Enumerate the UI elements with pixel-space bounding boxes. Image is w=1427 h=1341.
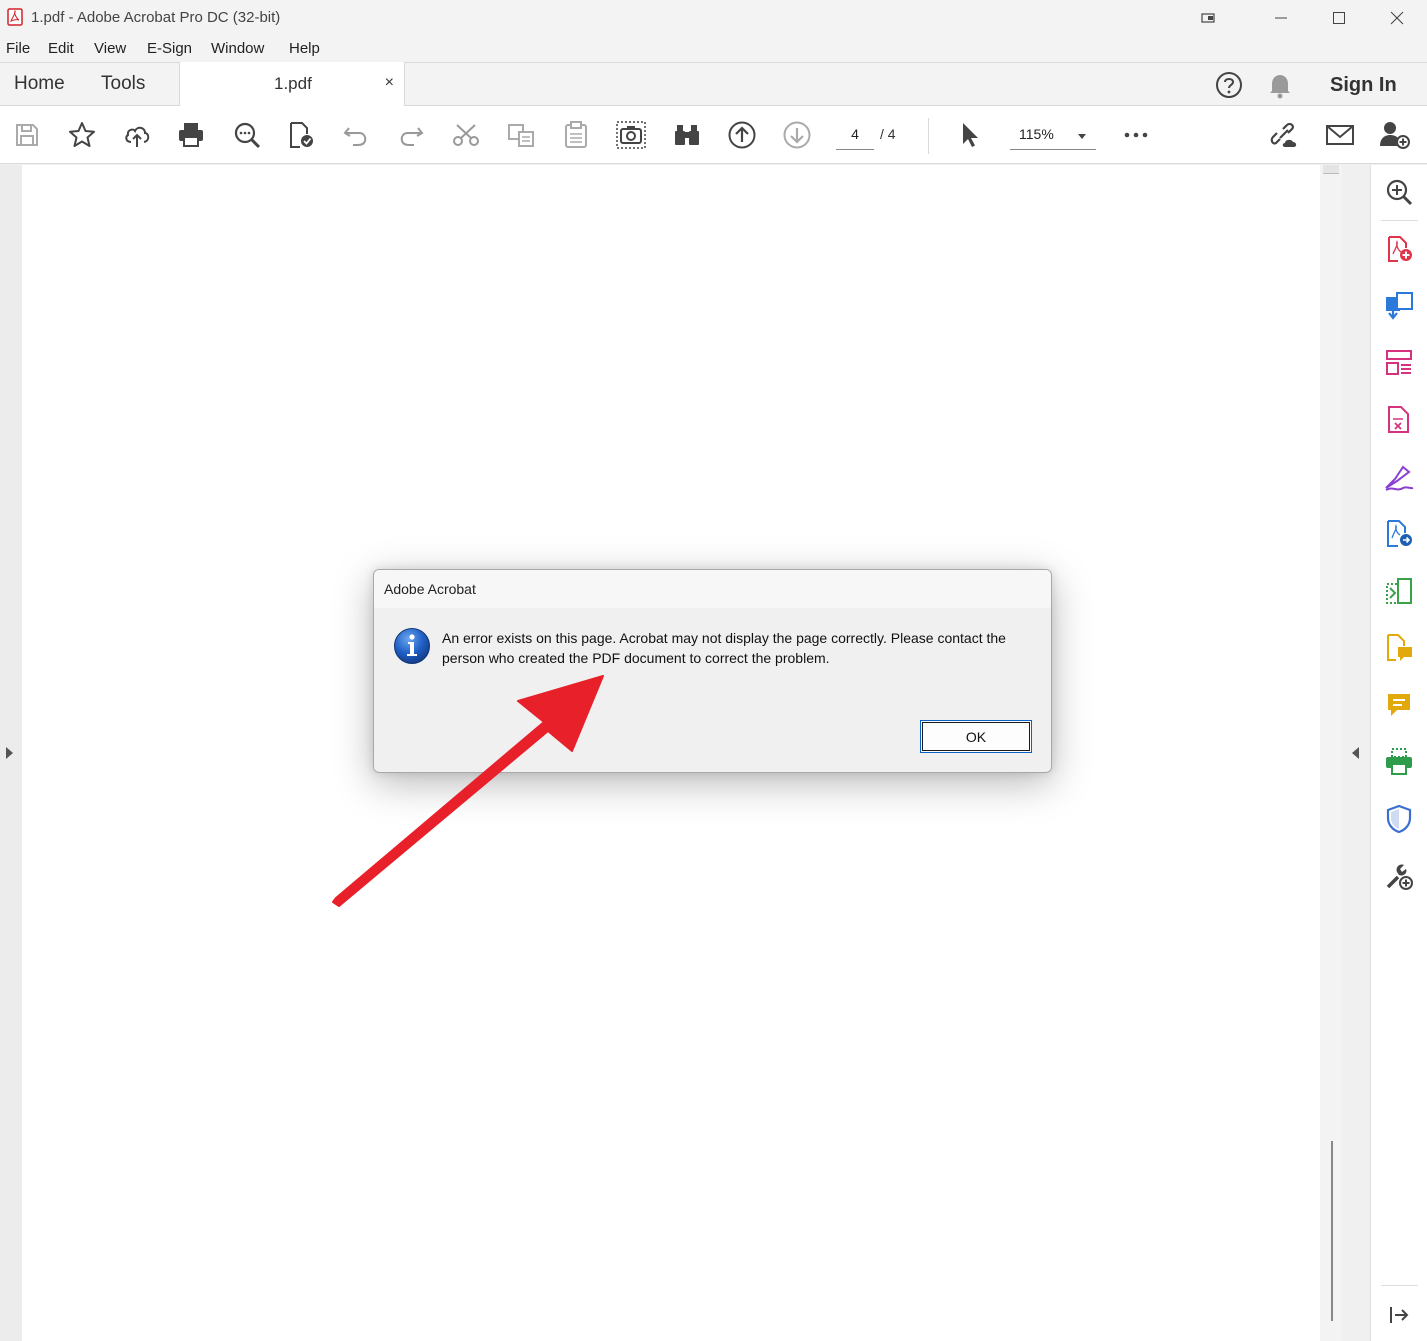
- export-pdf-icon[interactable]: [1383, 290, 1415, 322]
- menu-window[interactable]: Window: [211, 40, 264, 57]
- print-production-icon[interactable]: [1383, 746, 1415, 778]
- main-toolbar: 4 / 4 115%: [0, 106, 1427, 164]
- right-pane-toggle[interactable]: [1342, 165, 1370, 1341]
- zoom-search-icon[interactable]: [231, 119, 263, 151]
- notifications-bell-icon[interactable]: [1267, 71, 1293, 104]
- zoom-dropdown[interactable]: 115%: [1010, 124, 1096, 150]
- tab-bar: Home Tools 1.pdf × Sign In: [0, 62, 1427, 107]
- paste-icon[interactable]: [560, 119, 592, 151]
- copy-icon[interactable]: [505, 119, 537, 151]
- sign-in-button[interactable]: Sign In: [1330, 74, 1397, 97]
- maximize-button[interactable]: [1316, 4, 1362, 32]
- title-bar: 1.pdf - Adobe Acrobat Pro DC (32-bit): [0, 0, 1427, 36]
- redo-icon[interactable]: [395, 119, 427, 151]
- share-link-icon[interactable]: [1268, 119, 1300, 151]
- edit-pdf-icon[interactable]: [1383, 404, 1415, 436]
- dialog-title: Adobe Acrobat: [384, 581, 476, 597]
- more-tools-icon[interactable]: [1383, 860, 1415, 892]
- dialog-title-bar[interactable]: Adobe Acrobat: [374, 570, 1051, 608]
- upload-cloud-icon[interactable]: [121, 119, 153, 151]
- fill-sign-icon[interactable]: [1383, 461, 1415, 493]
- vertical-scrollbar[interactable]: [1320, 165, 1342, 1341]
- more-icon[interactable]: [1120, 119, 1152, 151]
- toolbar-divider: [928, 118, 929, 154]
- tab-home[interactable]: Home: [14, 73, 65, 95]
- compare-files-icon[interactable]: [1383, 575, 1415, 607]
- help-icon[interactable]: [1215, 71, 1243, 104]
- snapshot-icon[interactable]: [615, 119, 647, 151]
- menu-edit[interactable]: Edit: [48, 40, 74, 57]
- undo-icon[interactable]: [340, 119, 372, 151]
- close-window-button[interactable]: [1374, 4, 1420, 32]
- tools-pane: [1370, 165, 1427, 1341]
- comment-icon[interactable]: [1383, 689, 1415, 721]
- print-icon[interactable]: [175, 119, 207, 151]
- collapse-pane-icon[interactable]: [1383, 1299, 1415, 1331]
- spellcheck-icon[interactable]: [285, 119, 317, 151]
- tab-tools[interactable]: Tools: [101, 73, 145, 95]
- zoom-value: 115%: [1019, 126, 1054, 142]
- ok-button[interactable]: OK: [920, 720, 1032, 753]
- dialog-message: An error exists on this page. Acrobat ma…: [442, 630, 1006, 666]
- zoom-in-tool-icon[interactable]: [1383, 176, 1415, 208]
- left-pane-toggle[interactable]: [0, 165, 22, 1341]
- select-cursor-icon[interactable]: [953, 119, 985, 151]
- pane-divider: [1381, 220, 1418, 221]
- menu-esign[interactable]: E-Sign: [147, 40, 192, 57]
- email-icon[interactable]: [1324, 119, 1356, 151]
- menu-view[interactable]: View: [94, 40, 126, 57]
- find-binoculars-icon[interactable]: [671, 119, 703, 151]
- page-down-icon[interactable]: [781, 119, 813, 151]
- info-icon: [394, 628, 430, 664]
- chevron-down-icon: [1078, 134, 1086, 139]
- send-for-comments-icon[interactable]: [1383, 632, 1415, 664]
- page-up-icon[interactable]: [726, 119, 758, 151]
- organize-pages-icon[interactable]: [1383, 347, 1415, 379]
- page-number-input[interactable]: 4: [836, 124, 874, 150]
- scrollbar-track-indicator: [1331, 1141, 1333, 1321]
- send-for-signature-icon[interactable]: [1383, 518, 1415, 550]
- chevron-left-icon: [1352, 747, 1359, 759]
- close-tab-icon[interactable]: ×: [385, 74, 394, 92]
- tab-document[interactable]: 1.pdf ×: [179, 62, 405, 107]
- acrobat-app-icon: [7, 8, 23, 26]
- protect-icon[interactable]: [1383, 803, 1415, 835]
- scrollbar-thumb[interactable]: [1323, 165, 1339, 174]
- menu-help[interactable]: Help: [289, 40, 320, 57]
- page-total-label: / 4: [880, 126, 896, 142]
- minimize-button[interactable]: [1258, 4, 1304, 32]
- error-dialog: Adobe Acrobat An error exists on this pa…: [373, 569, 1052, 773]
- chevron-right-icon: [6, 747, 13, 759]
- window-title: 1.pdf - Adobe Acrobat Pro DC (32-bit): [31, 9, 281, 26]
- compact-mode-icon[interactable]: [1186, 4, 1232, 32]
- save-icon[interactable]: [11, 119, 43, 151]
- menu-bar: File Edit View E-Sign Window Help: [0, 36, 1427, 62]
- pane-divider-bottom: [1381, 1285, 1418, 1286]
- cut-icon[interactable]: [450, 119, 482, 151]
- add-user-icon[interactable]: [1379, 119, 1411, 151]
- document-tab-label: 1.pdf: [274, 74, 312, 93]
- star-icon[interactable]: [66, 119, 98, 151]
- create-pdf-icon[interactable]: [1383, 233, 1415, 265]
- menu-file[interactable]: File: [6, 40, 30, 57]
